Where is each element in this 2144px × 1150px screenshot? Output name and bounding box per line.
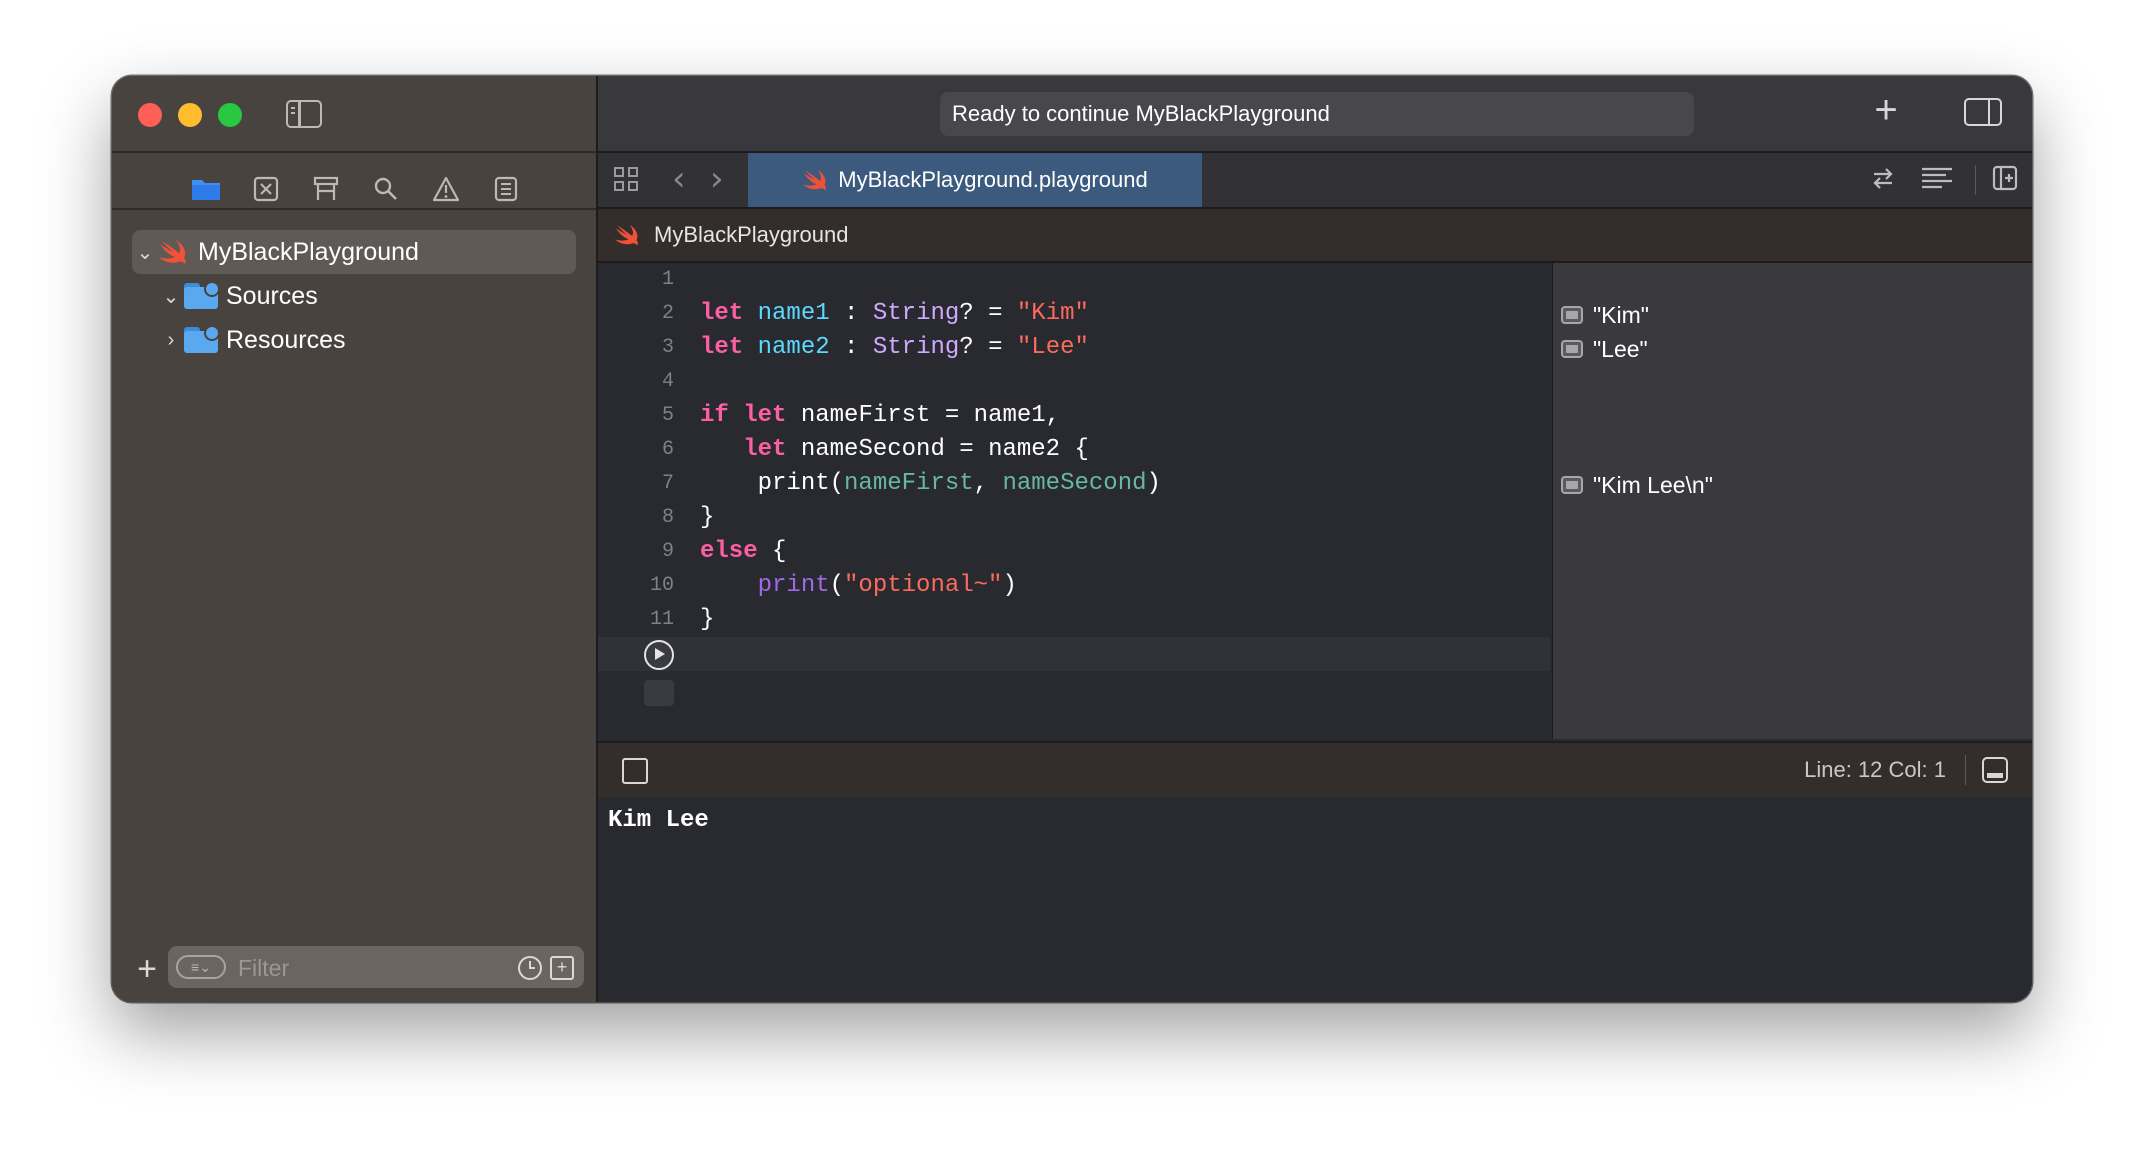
cursor-position: Line: 12 Col: 1 (1804, 757, 1946, 782)
line-number: 9 (661, 540, 674, 563)
line-number: 5 (661, 404, 674, 427)
code-line: 10 print("optional~") (598, 569, 1550, 603)
find-navigator-search-icon[interactable] (366, 168, 406, 210)
activity-status: Ready to continue MyBlackPlayground (940, 92, 1694, 136)
console-text: Kim Lee (608, 807, 709, 834)
console-toggle-icon[interactable] (1982, 757, 2008, 783)
divider (1964, 755, 1966, 785)
sidebar-toggle-icon[interactable] (286, 100, 322, 128)
console-output[interactable]: Kim Lee (598, 797, 2032, 1002)
line-number: 8 (661, 506, 674, 529)
code-line: 9 else { (598, 535, 1550, 569)
related-items-grid-icon[interactable] (614, 167, 640, 193)
filter-input[interactable] (236, 952, 480, 984)
filter-field: ≡⌄ + (168, 946, 584, 988)
code-line: 4 (598, 365, 1550, 399)
divider (1974, 165, 1976, 195)
jump-bar-breadcrumb[interactable]: MyBlackPlayground (598, 209, 2032, 263)
line-number: 11 (649, 608, 674, 631)
source-control-filter-icon[interactable]: + (550, 956, 574, 980)
tree-item-resources[interactable]: › Resources (158, 318, 346, 362)
editor-area: Ready to continue MyBlackPlayground + ‹ … (598, 76, 2032, 1002)
code-line: 1 (598, 263, 1550, 297)
code-line: 11} (598, 603, 1550, 637)
quick-look-toggle-icon[interactable] (1561, 476, 1583, 494)
run-play-icon[interactable] (644, 640, 674, 670)
swift-icon (802, 168, 828, 192)
result-row: "Kim" (1561, 298, 1649, 332)
swift-icon (158, 238, 188, 266)
editor-options-lines-icon[interactable] (1920, 165, 1954, 198)
folder-icon (184, 281, 220, 309)
add-editor-split-icon[interactable] (1992, 165, 2018, 198)
folder-icon (184, 325, 220, 353)
forward-chevron-icon[interactable]: › (710, 159, 724, 199)
result-row: "Kim Lee\n" (1561, 468, 1713, 502)
line-number: 2 (661, 302, 674, 325)
line-number: 1 (661, 268, 674, 291)
tree-item-myblackplayground[interactable]: ⌄ MyBlackPlayground (132, 230, 576, 274)
navigator-selector-bar (112, 168, 596, 210)
divider (112, 151, 596, 153)
code-line: 6 let nameSecond = name2 { (598, 433, 1550, 467)
report-navigator-icon[interactable] (486, 168, 526, 210)
symbol-navigator-icon[interactable] (306, 168, 346, 210)
code-line: 7 print(nameFirst, nameSecond) (598, 467, 1550, 501)
chevron-down-icon[interactable]: ⌄ (132, 240, 158, 265)
line-number: 6 (661, 438, 674, 461)
tab-label: MyBlackPlayground.playground (838, 167, 1148, 192)
code-line: 5 if let nameFirst = name1, (598, 399, 1550, 433)
debug-bar: Line: 12 Col: 1 (598, 741, 2032, 799)
minimize-window-button[interactable] (178, 103, 202, 127)
window-toolbar: Ready to continue MyBlackPlayground + (598, 76, 2032, 153)
quick-look-toggle-icon[interactable] (1561, 340, 1583, 358)
line-number: 10 (649, 574, 674, 597)
editor-tab-bar: ‹ › MyBlackPlayground.playground (598, 153, 2032, 209)
results-sidebar: "Kim" "Lee" "Kim Lee\n" (1552, 263, 2032, 739)
line-number: 3 (661, 336, 674, 359)
code-line: 3 let name2 : String? = "Lee" (598, 331, 1550, 365)
tab-myblackplayground[interactable]: MyBlackPlayground.playground (748, 153, 1202, 207)
swift-icon (614, 223, 640, 247)
add-file-plus-icon[interactable]: + (132, 952, 162, 986)
tree-item-label: MyBlackPlayground (198, 237, 419, 266)
project-navigator-folder-icon[interactable] (186, 168, 226, 210)
zoom-window-button[interactable] (218, 103, 242, 127)
xcode-window: ⌄ MyBlackPlayground ⌄ Sources › Resource… (112, 76, 2032, 1002)
inspector-toggle-icon[interactable] (1964, 98, 2002, 126)
result-row: "Lee" (1561, 332, 1648, 366)
result-value: "Kim" (1593, 301, 1649, 328)
current-code-line (598, 637, 1550, 671)
navigator-sidebar: ⌄ MyBlackPlayground ⌄ Sources › Resource… (112, 76, 598, 1002)
code-line: 8} (598, 501, 1550, 535)
result-value: "Lee" (1593, 335, 1648, 362)
recent-files-clock-icon[interactable] (518, 956, 542, 980)
line-number: 4 (661, 370, 674, 393)
navigator-filter-bar: + ≡⌄ + (112, 946, 596, 1002)
swap-arrows-icon[interactable] (1870, 165, 1896, 198)
line-number: 7 (661, 472, 674, 495)
close-window-button[interactable] (138, 103, 162, 127)
back-chevron-icon[interactable]: ‹ (672, 159, 686, 199)
quick-look-toggle-icon[interactable] (1561, 306, 1583, 324)
breadcrumb-label: MyBlackPlayground (654, 222, 849, 247)
result-value: "Kim Lee\n" (1593, 471, 1713, 498)
divider (112, 208, 596, 210)
tree-item-label: Resources (226, 325, 346, 354)
filter-options-icon[interactable]: ≡⌄ (176, 955, 226, 979)
code-line: 2 let name1 : String? = "Kim" (598, 297, 1550, 331)
tree-item-sources[interactable]: ⌄ Sources (158, 274, 318, 318)
library-plus-icon[interactable]: + (1866, 90, 1906, 130)
source-editor[interactable]: 1 2 let name1 : String? = "Kim" 3 let name… (598, 263, 1550, 739)
tree-item-label: Sources (226, 281, 318, 310)
source-control-navigator-icon[interactable] (246, 168, 286, 210)
run-stub-marker (644, 680, 674, 706)
issue-navigator-warning-icon[interactable] (426, 168, 466, 210)
chevron-right-icon[interactable]: › (158, 329, 184, 352)
debug-area-toggle-icon[interactable] (622, 758, 648, 784)
chevron-down-icon[interactable]: ⌄ (158, 284, 184, 309)
